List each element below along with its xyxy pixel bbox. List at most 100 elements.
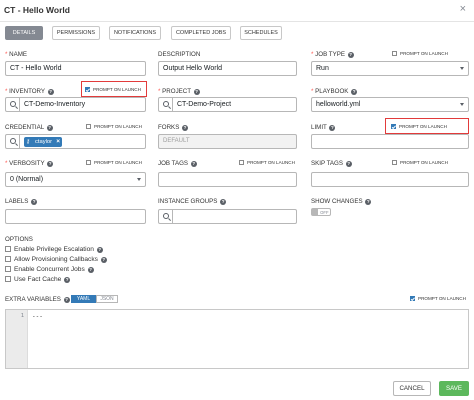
help-icon[interactable]: ? bbox=[347, 52, 354, 58]
options-label: Options bbox=[5, 236, 33, 243]
show-changes-toggle[interactable]: OFF bbox=[311, 208, 331, 216]
chevron-down-icon bbox=[137, 178, 141, 181]
checkbox-icon bbox=[239, 160, 244, 165]
tab-schedules[interactable]: Schedules bbox=[240, 26, 282, 40]
tab-completed-jobs[interactable]: Completed Jobs bbox=[171, 26, 231, 40]
help-icon[interactable]: ? bbox=[345, 161, 352, 167]
toggle-knob bbox=[312, 209, 318, 215]
help-icon[interactable]: ? bbox=[190, 161, 197, 167]
inventory-lookup-button[interactable] bbox=[5, 97, 20, 112]
skip-tags-input[interactable] bbox=[311, 172, 469, 187]
option-fact-cache[interactable]: Use Fact Cache ? bbox=[5, 276, 71, 283]
limit-prompt-checkbox[interactable]: Prompt on launch bbox=[391, 124, 447, 129]
option-privilege-escalation[interactable]: Enable Privilege Escalation ? bbox=[5, 246, 103, 253]
chevron-down-icon bbox=[460, 103, 464, 106]
description-label: Description bbox=[158, 51, 201, 58]
labels-input[interactable] bbox=[5, 209, 146, 224]
credential-label: Credential ? bbox=[5, 124, 53, 131]
playbook-select[interactable]: helloworld.yml bbox=[311, 97, 469, 112]
search-icon bbox=[9, 101, 16, 107]
option-provisioning-callbacks[interactable]: Allow Provisioning Callbacks ? bbox=[5, 256, 107, 263]
job-type-select[interactable]: Run bbox=[311, 61, 469, 76]
help-icon[interactable]: ? bbox=[96, 247, 103, 253]
help-icon[interactable]: ? bbox=[100, 257, 107, 263]
verbosity-select[interactable]: 0 (Normal) bbox=[5, 172, 146, 187]
inventory-input[interactable]: CT-Demo-Inventory bbox=[19, 97, 146, 112]
help-icon[interactable]: ? bbox=[329, 125, 336, 131]
description-input[interactable]: Output Hello World bbox=[158, 61, 297, 76]
verbosity-label: * Verbosity ? bbox=[5, 160, 54, 167]
inventory-prompt-checkbox[interactable]: Prompt on launch bbox=[85, 87, 141, 92]
toggle-state: OFF bbox=[320, 209, 329, 215]
json-toggle-button[interactable]: JSON bbox=[96, 295, 118, 303]
name-label: * Name bbox=[5, 51, 28, 58]
help-icon[interactable]: ? bbox=[31, 199, 38, 205]
remove-chip-icon[interactable]: × bbox=[56, 137, 60, 147]
extra-variables-label: Extra Variables ? bbox=[5, 296, 70, 303]
search-icon bbox=[162, 101, 169, 107]
checkbox-checked-icon bbox=[410, 296, 415, 301]
option-concurrent-jobs[interactable]: Enable Concurrent Jobs ? bbox=[5, 266, 94, 273]
search-icon bbox=[9, 138, 16, 144]
modal-header: CT - Hello World × bbox=[0, 0, 474, 22]
code-text: --- bbox=[32, 313, 43, 320]
project-input[interactable]: CT-Demo-Project bbox=[172, 97, 297, 112]
playbook-label: * Playbook ? bbox=[311, 88, 358, 95]
help-icon[interactable]: ? bbox=[47, 161, 54, 167]
checkbox-icon bbox=[392, 51, 397, 56]
limit-label: Limit ? bbox=[311, 124, 336, 131]
checkbox-icon bbox=[86, 160, 91, 165]
job-tags-prompt-checkbox[interactable]: Prompt on launch bbox=[239, 160, 295, 165]
show-changes-label: Show Changes ? bbox=[311, 198, 372, 205]
checkbox-checked-icon bbox=[85, 87, 90, 92]
help-icon[interactable]: ? bbox=[64, 277, 71, 283]
forks-label: Forks ? bbox=[158, 124, 189, 131]
help-icon[interactable]: ? bbox=[365, 199, 372, 205]
help-icon[interactable]: ? bbox=[87, 267, 94, 273]
checkbox-icon bbox=[5, 246, 11, 252]
help-icon[interactable]: ? bbox=[351, 89, 358, 95]
job-type-label: * Job Type ? bbox=[311, 51, 354, 58]
help-icon[interactable]: ? bbox=[63, 297, 70, 303]
instance-groups-input[interactable] bbox=[172, 209, 297, 224]
instance-groups-lookup-button[interactable] bbox=[158, 209, 173, 224]
forks-input[interactable]: DEFAULT bbox=[158, 134, 297, 149]
skip-tags-label: Skip Tags ? bbox=[311, 160, 352, 167]
extra-variables-prompt-checkbox[interactable]: Prompt on launch bbox=[410, 296, 466, 301]
extra-variables-editor[interactable]: 1 --- bbox=[5, 309, 469, 369]
job-type-prompt-checkbox[interactable]: Prompt on launch bbox=[392, 51, 448, 56]
close-icon[interactable]: × bbox=[460, 4, 466, 15]
credential-chip: ⚷ ctaylor × bbox=[24, 136, 63, 147]
tab-permissions[interactable]: Permissions bbox=[52, 26, 100, 40]
limit-input[interactable] bbox=[311, 134, 469, 149]
save-button[interactable]: Save bbox=[439, 381, 469, 396]
tab-details[interactable]: Details bbox=[5, 26, 43, 40]
checkbox-icon bbox=[5, 266, 11, 272]
labels-label: Labels ? bbox=[5, 198, 38, 205]
help-icon[interactable]: ? bbox=[220, 199, 227, 205]
help-icon[interactable]: ? bbox=[47, 89, 54, 95]
credential-prompt-checkbox[interactable]: Prompt on launch bbox=[86, 124, 142, 129]
project-lookup-button[interactable] bbox=[158, 97, 173, 112]
job-tags-input[interactable] bbox=[158, 172, 297, 187]
instance-groups-label: Instance Groups ? bbox=[158, 198, 227, 205]
checkbox-icon bbox=[5, 256, 11, 262]
checkbox-checked-icon bbox=[391, 124, 396, 129]
skip-tags-prompt-checkbox[interactable]: Prompt on launch bbox=[392, 160, 448, 165]
chevron-down-icon bbox=[460, 67, 464, 70]
credential-lookup-button[interactable] bbox=[5, 134, 20, 149]
help-icon[interactable]: ? bbox=[46, 125, 53, 131]
yaml-toggle-button[interactable]: YAML bbox=[71, 295, 96, 303]
help-icon[interactable]: ? bbox=[193, 89, 200, 95]
verbosity-prompt-checkbox[interactable]: Prompt on launch bbox=[86, 160, 142, 165]
project-label: * Project ? bbox=[158, 88, 200, 95]
checkbox-icon bbox=[392, 160, 397, 165]
cancel-button[interactable]: Cancel bbox=[393, 381, 431, 396]
help-icon[interactable]: ? bbox=[182, 125, 189, 131]
checkbox-icon bbox=[86, 124, 91, 129]
inventory-label: * Inventory ? bbox=[5, 88, 54, 95]
name-input[interactable]: CT - Hello World bbox=[5, 61, 146, 76]
tab-notifications[interactable]: Notifications bbox=[109, 26, 161, 40]
search-icon bbox=[162, 213, 169, 219]
key-icon: ⚷ bbox=[26, 138, 31, 145]
